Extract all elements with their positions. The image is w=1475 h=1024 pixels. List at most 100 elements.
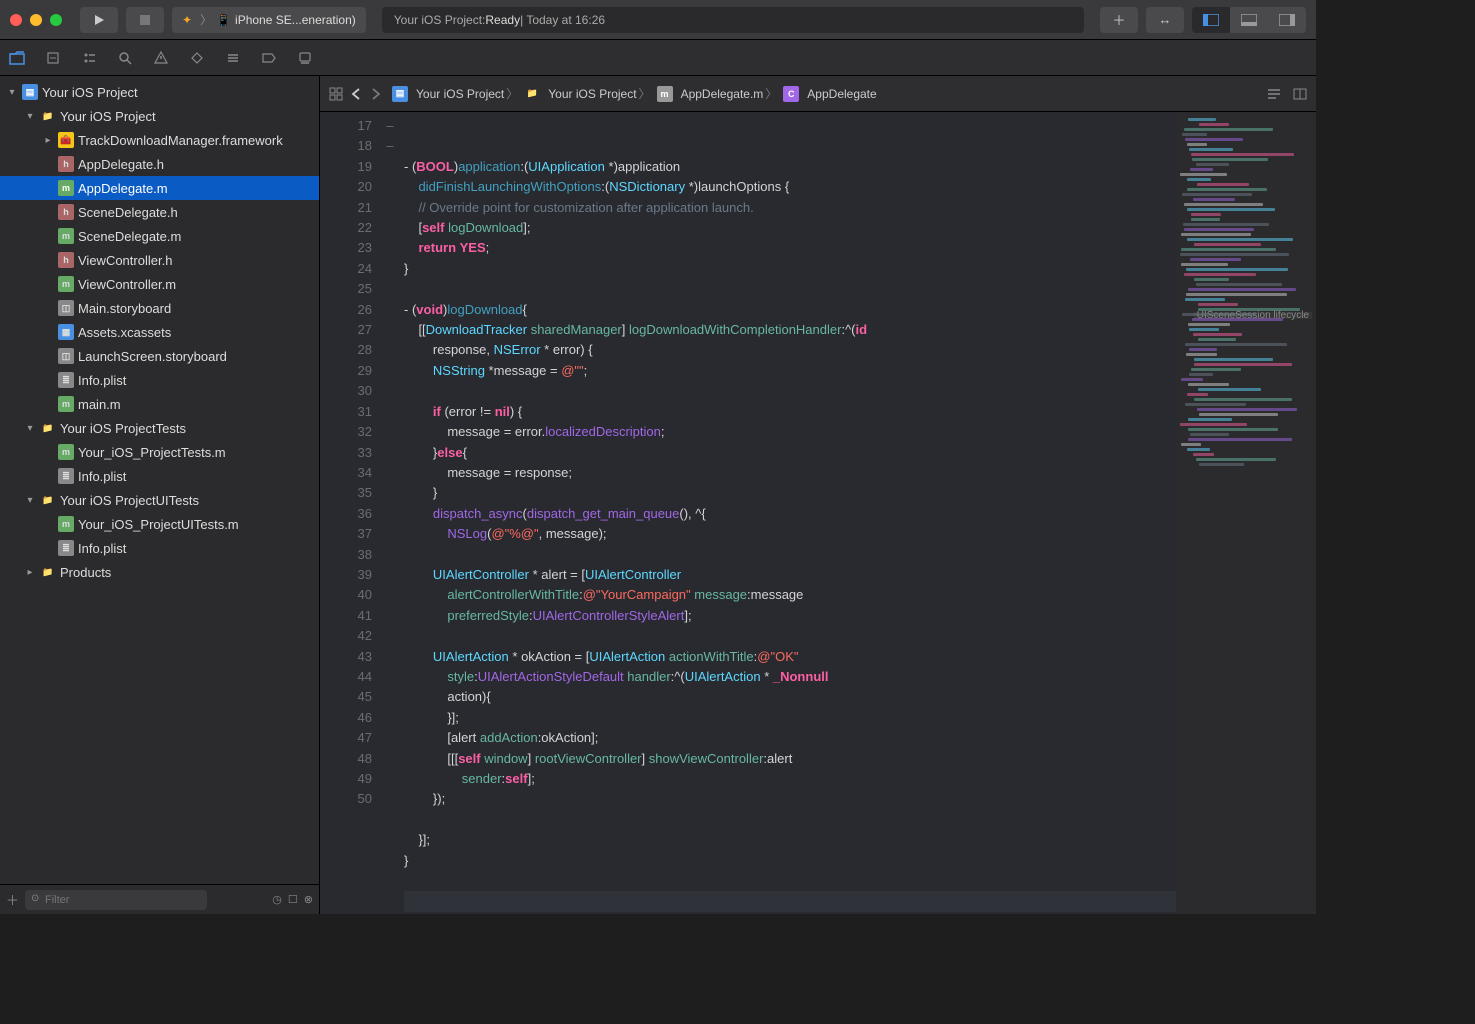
- traffic-lights: [10, 14, 62, 26]
- stop-button[interactable]: [126, 7, 164, 33]
- tree-item-label: Main.storyboard: [78, 301, 171, 316]
- tree-row[interactable]: ▾ 📁 Your iOS ProjectUITests: [0, 488, 319, 512]
- plist-icon: ≣: [58, 540, 74, 556]
- clear-filter-icon[interactable]: ⊗: [304, 893, 313, 906]
- project-navigator-icon[interactable]: [6, 47, 28, 69]
- main-area: ▾ ▤ Your iOS Project▾ 📁 Your iOS Project…: [0, 76, 1316, 914]
- disclosure-triangle[interactable]: ▾: [6, 87, 18, 98]
- source-control-navigator-icon[interactable]: [42, 47, 64, 69]
- status-project: Your iOS Project:: [394, 13, 486, 27]
- tree-item-label: main.m: [78, 397, 121, 412]
- back-button[interactable]: [348, 86, 364, 102]
- tree-item-label: Your iOS ProjectTests: [60, 421, 186, 436]
- disclosure-triangle[interactable]: ▾: [24, 495, 36, 506]
- clock-filter-icon[interactable]: ◷: [272, 893, 282, 906]
- folder-icon: 📁: [524, 86, 540, 102]
- tree-item-label: Your_iOS_ProjectUITests.m: [78, 517, 239, 532]
- debug-navigator-icon[interactable]: [222, 47, 244, 69]
- disclosure-triangle[interactable]: ▾: [24, 423, 36, 434]
- tree-item-label: Info.plist: [78, 469, 126, 484]
- forward-button[interactable]: [368, 86, 384, 102]
- m-icon: m: [58, 228, 74, 244]
- disclosure-triangle[interactable]: ▸: [24, 567, 36, 578]
- navigator-tabbar: [0, 40, 1316, 76]
- tree-row[interactable]: h SceneDelegate.h: [0, 200, 319, 224]
- tree-row[interactable]: h AppDelegate.h: [0, 152, 319, 176]
- h-icon: h: [58, 204, 74, 220]
- add-button[interactable]: ＋: [1100, 7, 1138, 33]
- add-file-icon[interactable]: ＋: [6, 890, 19, 909]
- tree-item-label: Your iOS Project: [42, 85, 138, 100]
- toggle-debug-area-button[interactable]: [1230, 7, 1268, 33]
- toggle-inspector-button[interactable]: [1268, 7, 1306, 33]
- code-editor[interactable]: 1718192021222324252627282930313233343536…: [320, 112, 1316, 914]
- tree-row[interactable]: ▾ 📁 Your iOS ProjectTests: [0, 416, 319, 440]
- fold-gutter[interactable]: ––: [380, 112, 400, 914]
- tree-row[interactable]: ◫ LaunchScreen.storyboard: [0, 344, 319, 368]
- tree-row[interactable]: ▾ 📁 Your iOS Project: [0, 104, 319, 128]
- folder-icon: 📁: [40, 420, 56, 436]
- scm-filter-icon[interactable]: ☐: [288, 893, 298, 906]
- minimize-window-button[interactable]: [30, 14, 42, 26]
- activity-status[interactable]: Your iOS Project: Ready | Today at 16:26: [382, 7, 1084, 33]
- tree-row[interactable]: ▸ 🧰 TrackDownloadManager.framework: [0, 128, 319, 152]
- toggle-navigator-button[interactable]: [1192, 7, 1230, 33]
- jump-bar-segment[interactable]: ▤Your iOS Project: [388, 86, 504, 102]
- m-icon: m: [58, 276, 74, 292]
- plist-icon: ≣: [58, 372, 74, 388]
- disclosure-triangle[interactable]: ▸: [42, 135, 54, 146]
- symbol-navigator-icon[interactable]: [78, 47, 100, 69]
- tree-row[interactable]: ▦ Assets.xcassets: [0, 320, 319, 344]
- issue-navigator-icon[interactable]: [150, 47, 172, 69]
- tree-row[interactable]: ▸ 📁 Products: [0, 560, 319, 584]
- tree-row[interactable]: ≣ Info.plist: [0, 368, 319, 392]
- editor-area: ▤Your iOS Project〉📁Your iOS Project〉mApp…: [320, 76, 1316, 914]
- h-icon: h: [58, 156, 74, 172]
- jump-bar-segment[interactable]: mAppDelegate.m: [653, 86, 764, 102]
- disclosure-triangle[interactable]: ▾: [24, 111, 36, 122]
- breakpoint-navigator-icon[interactable]: [258, 47, 280, 69]
- tree-row[interactable]: h ViewController.h: [0, 248, 319, 272]
- tree-row[interactable]: m main.m: [0, 392, 319, 416]
- run-button[interactable]: [80, 7, 118, 33]
- tree-row[interactable]: m ViewController.m: [0, 272, 319, 296]
- tree-row[interactable]: m Your_iOS_ProjectUITests.m: [0, 512, 319, 536]
- tree-row[interactable]: ◫ Main.storyboard: [0, 296, 319, 320]
- plist-icon: ≣: [58, 468, 74, 484]
- tree-row[interactable]: m SceneDelegate.m: [0, 224, 319, 248]
- jump-bar-segment[interactable]: 📁Your iOS Project: [520, 86, 636, 102]
- find-navigator-icon[interactable]: [114, 47, 136, 69]
- xc-icon: ▦: [58, 324, 74, 340]
- tree-item-label: Products: [60, 565, 111, 580]
- adjust-editor-icon[interactable]: [1292, 86, 1308, 102]
- jump-bar-label: Your iOS Project: [416, 87, 504, 101]
- test-navigator-icon[interactable]: [186, 47, 208, 69]
- close-window-button[interactable]: [10, 14, 22, 26]
- navigator-filter-bar: ＋ ⊙ ◷ ☐ ⊗: [0, 884, 319, 914]
- tree-row[interactable]: m Your_iOS_ProjectTests.m: [0, 440, 319, 464]
- jump-bar-segment[interactable]: C AppDelegate: [779, 86, 876, 102]
- status-state: Ready: [485, 13, 520, 27]
- jump-bar-label: AppDelegate: [807, 87, 876, 101]
- tree-row[interactable]: ≣ Info.plist: [0, 536, 319, 560]
- tree-item-label: AppDelegate.m: [78, 181, 168, 196]
- tree-row[interactable]: ▾ ▤ Your iOS Project: [0, 80, 319, 104]
- m-icon: m: [657, 86, 673, 102]
- code-content[interactable]: - (BOOL)application:(UIApplication *)app…: [400, 112, 1176, 914]
- filter-input[interactable]: [25, 890, 207, 910]
- zoom-window-button[interactable]: [50, 14, 62, 26]
- h-icon: h: [58, 252, 74, 268]
- editor-options-icon[interactable]: [1266, 86, 1282, 102]
- scheme-selector[interactable]: ✦ 〉 📱 iPhone SE...eneration): [172, 7, 366, 33]
- tree-item-label: AppDelegate.h: [78, 157, 164, 172]
- tree-row[interactable]: m AppDelegate.m: [0, 176, 319, 200]
- folder-icon: 📁: [40, 564, 56, 580]
- file-tree[interactable]: ▾ ▤ Your iOS Project▾ 📁 Your iOS Project…: [0, 76, 319, 884]
- code-review-button[interactable]: ↔: [1146, 7, 1184, 33]
- tree-row[interactable]: ≣ Info.plist: [0, 464, 319, 488]
- tree-item-label: ViewController.m: [78, 277, 176, 292]
- minimap[interactable]: UISceneSession lifecycle: [1176, 112, 1316, 914]
- class-icon: C: [783, 86, 799, 102]
- related-items-icon[interactable]: [328, 86, 344, 102]
- report-navigator-icon[interactable]: [294, 47, 316, 69]
